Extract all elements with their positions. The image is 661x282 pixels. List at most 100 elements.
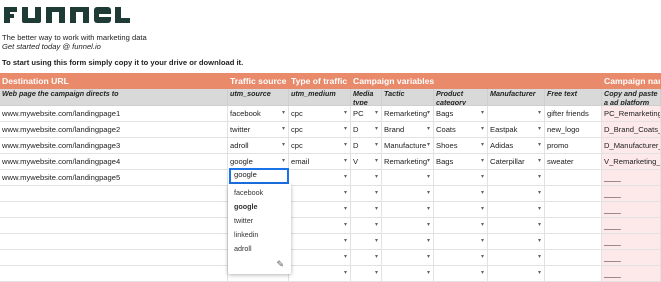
dropdown-arrow-icon[interactable]: ▾	[427, 154, 430, 169]
dropdown-arrow-icon[interactable]: ▾	[375, 266, 378, 281]
dropdown-arrow-icon[interactable]: ▾	[427, 250, 430, 265]
table-cell[interactable]: ▾	[289, 250, 351, 266]
table-cell[interactable]: facebook ▾	[228, 106, 289, 122]
dropdown-arrow-icon[interactable]: ▾	[538, 138, 541, 153]
table-cell[interactable]: twitter ▾	[228, 122, 289, 138]
table-cell[interactable]: Remarketing ▾	[382, 106, 434, 122]
table-cell[interactable]: ▾	[382, 250, 434, 266]
dropdown-arrow-icon[interactable]: ▾	[481, 202, 484, 217]
table-cell[interactable]: ▾	[351, 266, 382, 282]
dropdown-arrow-icon[interactable]: ▾	[344, 202, 347, 217]
dropdown-arrow-icon[interactable]: ▾	[375, 106, 378, 121]
dropdown-arrow-icon[interactable]: ▾	[538, 250, 541, 265]
dropdown-arrow-icon[interactable]: ▾	[427, 234, 430, 249]
dropdown-arrow-icon[interactable]: ▾	[427, 186, 430, 201]
table-cell[interactable]: ▾	[289, 202, 351, 218]
table-cell[interactable]: ▾	[351, 202, 382, 218]
table-cell[interactable]: D ▾	[351, 138, 382, 154]
table-cell[interactable]: ▾	[351, 170, 382, 186]
dropdown-option[interactable]: twitter	[234, 216, 253, 225]
dropdown-arrow-icon[interactable]: ▾	[282, 106, 285, 121]
table-cell[interactable]: Adidas ▾	[488, 138, 545, 154]
table-cell[interactable]: Bags ▾	[434, 154, 488, 170]
dropdown-arrow-icon[interactable]: ▾	[538, 154, 541, 169]
table-cell[interactable]: Manufacture ▾	[382, 138, 434, 154]
active-cell-editor[interactable]: google	[229, 168, 289, 184]
dropdown-arrow-icon[interactable]: ▾	[344, 250, 347, 265]
table-cell[interactable]: ▾	[434, 234, 488, 250]
dropdown-arrow-icon[interactable]: ▾	[344, 186, 347, 201]
dropdown-arrow-icon[interactable]: ▾	[481, 266, 484, 281]
table-cell[interactable]: ▾	[488, 170, 545, 186]
dropdown-arrow-icon[interactable]: ▾	[427, 202, 430, 217]
dropdown-arrow-icon[interactable]: ▾	[538, 186, 541, 201]
dropdown-arrow-icon[interactable]: ▾	[427, 106, 430, 121]
table-cell[interactable]: Coats ▾	[434, 122, 488, 138]
edit-icon[interactable]: ✎	[276, 259, 284, 270]
dropdown-arrow-icon[interactable]: ▾	[375, 234, 378, 249]
table-cell[interactable]: ▾	[289, 218, 351, 234]
table-cell[interactable]: ▾	[382, 202, 434, 218]
dropdown-arrow-icon[interactable]: ▾	[344, 234, 347, 249]
table-cell[interactable]: Remarketing ▾	[382, 154, 434, 170]
dropdown-option[interactable]: facebook	[234, 188, 263, 197]
dropdown-arrow-icon[interactable]: ▾	[481, 154, 484, 169]
dropdown-arrow-icon[interactable]: ▾	[427, 122, 430, 137]
table-cell[interactable]: ▾	[382, 186, 434, 202]
table-cell[interactable]: ▾	[488, 186, 545, 202]
dropdown-arrow-icon[interactable]: ▾	[282, 122, 285, 137]
table-cell[interactable]: ▾	[351, 186, 382, 202]
table-cell[interactable]: ▾	[382, 266, 434, 282]
dropdown-arrow-icon[interactable]: ▾	[427, 218, 430, 233]
dropdown-arrow-icon[interactable]: ▾	[481, 106, 484, 121]
dropdown-arrow-icon[interactable]: ▾	[282, 138, 285, 153]
table-cell[interactable]: ▾	[488, 106, 545, 122]
table-cell[interactable]: ▾	[434, 186, 488, 202]
table-cell[interactable]: ▾	[488, 218, 545, 234]
dropdown-arrow-icon[interactable]: ▾	[538, 106, 541, 121]
dropdown-arrow-icon[interactable]: ▾	[481, 186, 484, 201]
dropdown-arrow-icon[interactable]: ▾	[375, 138, 378, 153]
table-cell[interactable]: adroll ▾	[228, 138, 289, 154]
dropdown-arrow-icon[interactable]: ▾	[538, 234, 541, 249]
table-cell[interactable]: ▾	[434, 218, 488, 234]
dropdown-arrow-icon[interactable]: ▾	[375, 218, 378, 233]
dropdown-arrow-icon[interactable]: ▾	[375, 250, 378, 265]
table-cell[interactable]: ▾	[434, 250, 488, 266]
dropdown-arrow-icon[interactable]: ▾	[538, 202, 541, 217]
dropdown-arrow-icon[interactable]: ▾	[344, 138, 347, 153]
dropdown-arrow-icon[interactable]: ▾	[481, 250, 484, 265]
dropdown-arrow-icon[interactable]: ▾	[481, 170, 484, 185]
table-cell[interactable]: ▾	[488, 266, 545, 282]
dropdown-arrow-icon[interactable]: ▾	[481, 218, 484, 233]
table-cell[interactable]: Brand ▾	[382, 122, 434, 138]
dropdown-arrow-icon[interactable]: ▾	[538, 122, 541, 137]
dropdown-arrow-icon[interactable]: ▾	[344, 218, 347, 233]
table-cell[interactable]: ▾	[289, 266, 351, 282]
dropdown-arrow-icon[interactable]: ▾	[538, 266, 541, 281]
dropdown-arrow-icon[interactable]: ▾	[427, 138, 430, 153]
table-cell[interactable]: ▾	[488, 250, 545, 266]
table-cell[interactable]: ▾	[289, 234, 351, 250]
table-cell[interactable]: Bags ▾	[434, 106, 488, 122]
dropdown-arrow-icon[interactable]: ▾	[481, 122, 484, 137]
table-cell[interactable]: ▾	[434, 266, 488, 282]
table-cell[interactable]: Eastpak ▾	[488, 122, 545, 138]
dropdown-option[interactable]: google	[234, 202, 258, 211]
table-cell[interactable]: ▾	[488, 234, 545, 250]
dropdown-arrow-icon[interactable]: ▾	[344, 122, 347, 137]
table-cell[interactable]: ▾	[434, 202, 488, 218]
table-cell[interactable]: ▾	[488, 202, 545, 218]
dropdown-arrow-icon[interactable]: ▾	[375, 170, 378, 185]
table-cell[interactable]: ▾	[382, 218, 434, 234]
dropdown-arrow-icon[interactable]: ▾	[427, 170, 430, 185]
table-cell[interactable]: cpc ▾	[289, 138, 351, 154]
table-cell[interactable]: ▾	[382, 170, 434, 186]
table-cell[interactable]: cpc ▾	[289, 106, 351, 122]
dropdown-arrow-icon[interactable]: ▾	[344, 170, 347, 185]
dropdown-arrow-icon[interactable]: ▾	[481, 138, 484, 153]
table-cell[interactable]: D ▾	[351, 122, 382, 138]
table-cell[interactable]: cpc ▾	[289, 122, 351, 138]
dropdown-arrow-icon[interactable]: ▾	[538, 218, 541, 233]
table-cell[interactable]: email ▾	[289, 154, 351, 170]
